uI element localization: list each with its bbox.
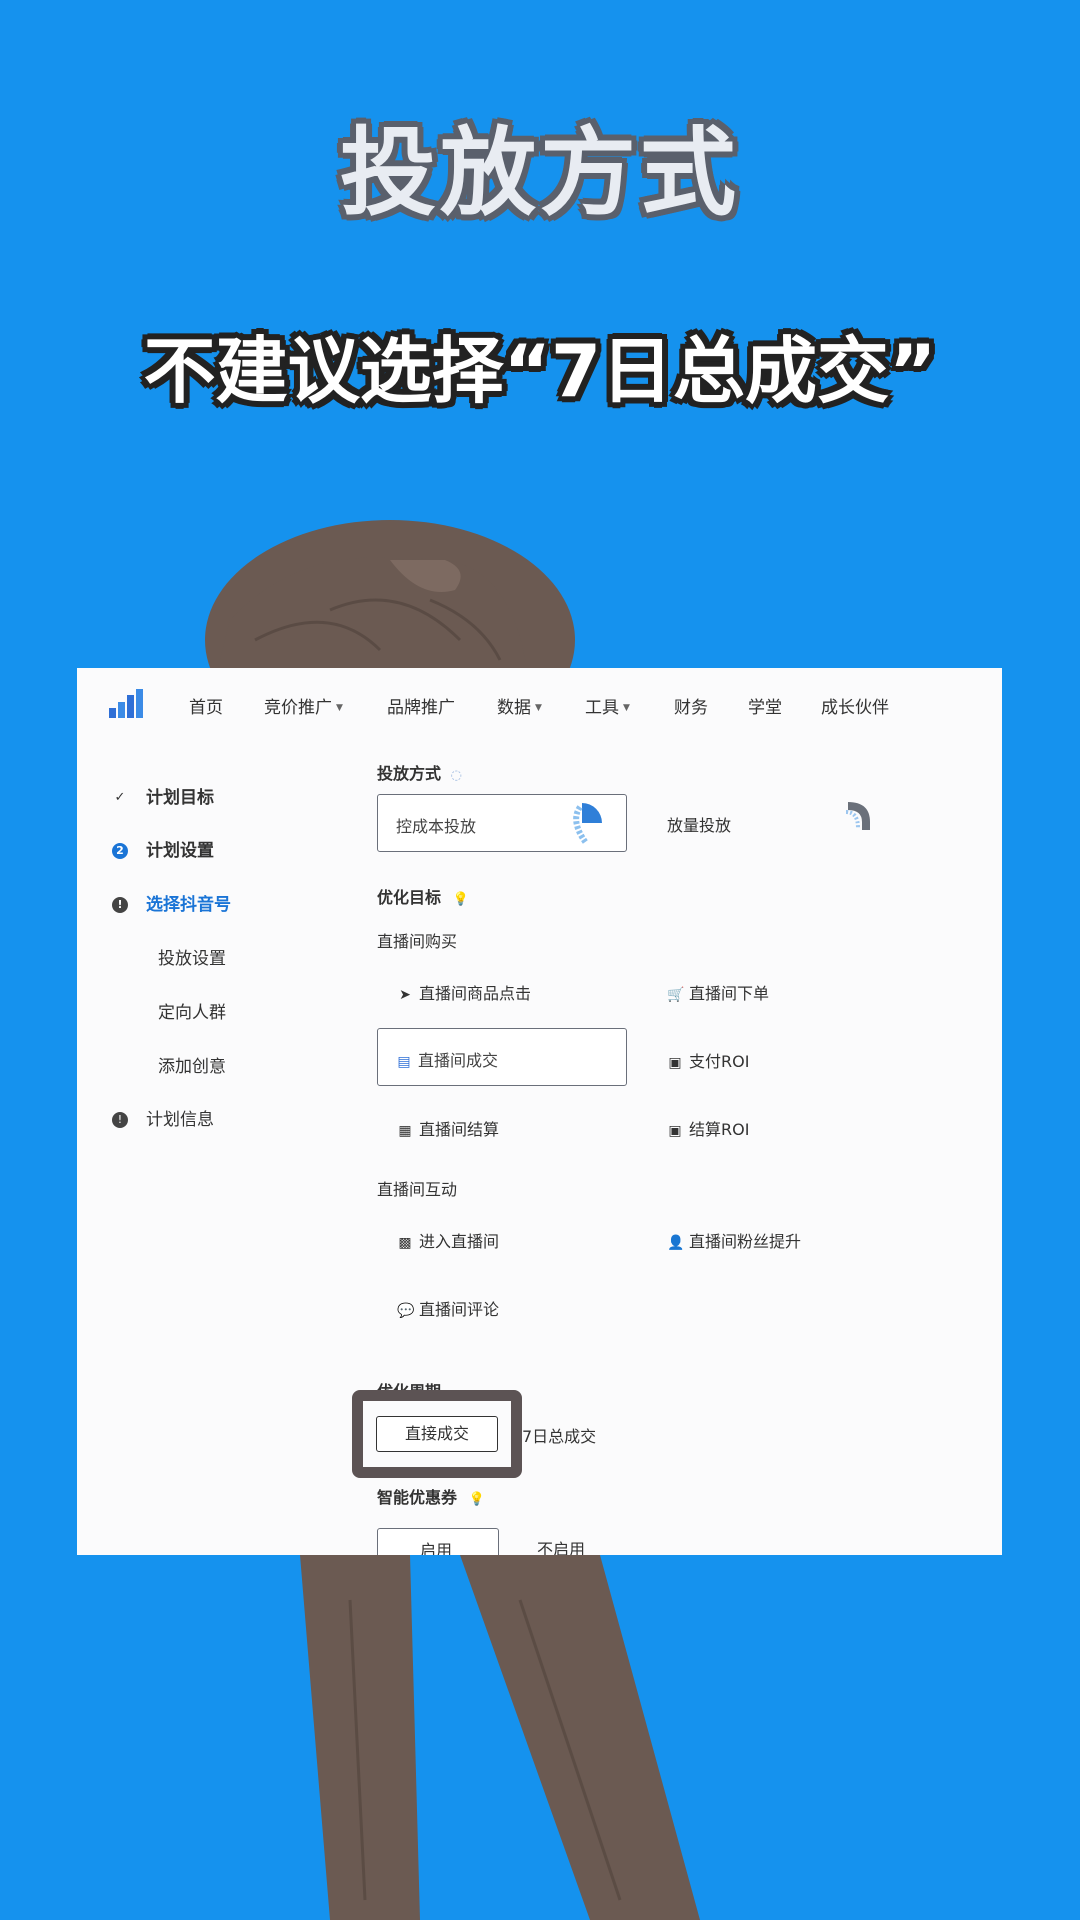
step-creative[interactable]: 添加创意 bbox=[158, 1052, 226, 1077]
nav-item-home[interactable]: 首页 bbox=[189, 693, 223, 718]
option-cost-control[interactable]: 控成本投放 bbox=[377, 794, 627, 852]
lightbulb-icon: 💡 bbox=[468, 1492, 485, 1507]
goal-label: 直播间评论 bbox=[419, 1300, 500, 1319]
step-label: 计划信息 bbox=[146, 1110, 214, 1130]
group-live-interaction: 直播间互动 bbox=[377, 1180, 458, 1199]
nav-item-finance[interactable]: 财务 bbox=[674, 693, 708, 718]
wallet-icon: ▣ bbox=[668, 1055, 682, 1071]
goal-live-order[interactable]: 🛒 直播间下单 bbox=[667, 980, 769, 1004]
goal-product-click[interactable]: ➤ 直播间商品点击 bbox=[397, 980, 531, 1004]
nav-item-label: 数据 bbox=[497, 698, 531, 718]
bid-method-label: 投放方式 ◌ bbox=[377, 760, 462, 784]
option-coupon-enable[interactable]: 启用 bbox=[377, 1528, 499, 1555]
optimization-goal-label: 优化目标 💡 bbox=[377, 884, 469, 908]
volume-icon bbox=[845, 802, 870, 830]
nav-item-academy[interactable]: 学堂 bbox=[748, 693, 782, 718]
nav-item-label: 工具 bbox=[585, 698, 619, 718]
lightbulb-icon: 💡 bbox=[452, 892, 469, 907]
wallet-icon: ▣ bbox=[668, 1123, 682, 1139]
deal-icon: ▤ bbox=[397, 1054, 411, 1070]
goal-live-settlement[interactable]: ▦ 直播间结算 bbox=[397, 1116, 499, 1140]
goal-label: 进入直播间 bbox=[419, 1232, 500, 1251]
step-label: 选择抖音号 bbox=[146, 895, 231, 915]
goal-live-comment[interactable]: 💬 直播间评论 bbox=[397, 1296, 499, 1320]
door-icon: ▩ bbox=[398, 1235, 412, 1251]
goal-live-deal[interactable]: ▤ 直播间成交 bbox=[377, 1028, 627, 1086]
nav-item-partners[interactable]: 成长伙伴 bbox=[821, 693, 889, 718]
goal-pay-roi[interactable]: ▣ 支付ROI bbox=[667, 1048, 749, 1072]
step-plan-info[interactable]: ! 计划信息 bbox=[112, 1105, 214, 1130]
ad-settings-panel: 首页 竞价推广 ▼ 品牌推广 数据 ▼ 工具 ▼ 财务 学堂 成长伙伴 ✓ 计划目标 2… bbox=[77, 668, 1002, 1555]
option-coupon-disable[interactable]: 不启用 bbox=[537, 1536, 585, 1555]
option-label: 启用 bbox=[420, 1541, 453, 1555]
comment-icon: 💬 bbox=[397, 1303, 415, 1319]
smart-coupon-text: 智能优惠券 bbox=[377, 1488, 458, 1507]
clipboard-icon: ▦ bbox=[398, 1123, 412, 1139]
step-plan-settings[interactable]: 2 计划设置 bbox=[112, 836, 214, 861]
optimization-goal-text: 优化目标 bbox=[377, 888, 442, 907]
goal-label: 直播间成交 bbox=[418, 1051, 499, 1070]
option-label: 控成本投放 bbox=[396, 817, 477, 836]
nav-item-label: 竞价推广 bbox=[264, 698, 332, 718]
group-live-purchase: 直播间购买 bbox=[377, 932, 458, 951]
goal-label: 直播间商品点击 bbox=[419, 984, 532, 1003]
step-label: 计划设置 bbox=[146, 841, 214, 861]
goal-label: 直播间下单 bbox=[689, 984, 770, 1003]
nav-item-data[interactable]: 数据 ▼ bbox=[497, 693, 542, 718]
goal-option-content: ▤ 直播间成交 bbox=[396, 1047, 498, 1071]
chevron-down-icon: ▼ bbox=[336, 703, 343, 713]
nav-item-bid-promo[interactable]: 竞价推广 ▼ bbox=[264, 693, 343, 718]
goal-label: 直播间结算 bbox=[419, 1120, 500, 1139]
cart-icon: 🛒 bbox=[667, 987, 685, 1003]
bid-method-text: 投放方式 bbox=[377, 764, 442, 783]
step-targeting[interactable]: 定向人群 bbox=[158, 998, 226, 1023]
cursor-icon: ➤ bbox=[399, 987, 411, 1003]
info-icon: ! bbox=[112, 897, 128, 913]
goal-fan-growth[interactable]: 👤 直播间粉丝提升 bbox=[667, 1228, 801, 1252]
goal-settlement-roi[interactable]: ▣ 结算ROI bbox=[667, 1116, 749, 1140]
goal-label: 直播间粉丝提升 bbox=[689, 1232, 802, 1251]
smart-coupon-label: 智能优惠券 💡 bbox=[377, 1484, 485, 1508]
step-plan-goal[interactable]: ✓ 计划目标 bbox=[112, 783, 214, 808]
nav-item-brand-promo[interactable]: 品牌推广 bbox=[387, 693, 455, 718]
option-volume[interactable]: 放量投放 bbox=[667, 812, 731, 836]
logo-icon bbox=[109, 689, 143, 718]
step-number-badge: 2 bbox=[112, 843, 128, 859]
option-7day-deal[interactable]: 7日总成交 bbox=[522, 1423, 596, 1447]
step-select-douyin[interactable]: ! 选择抖音号 bbox=[112, 890, 231, 915]
goal-enter-live[interactable]: ▩ 进入直播间 bbox=[397, 1228, 499, 1252]
chevron-down-icon: ▼ bbox=[535, 703, 542, 713]
step-label: 计划目标 bbox=[146, 788, 214, 808]
user-icon: 👤 bbox=[667, 1235, 685, 1251]
top-nav: 首页 竞价推广 ▼ 品牌推广 数据 ▼ 工具 ▼ 财务 学堂 成长伙伴 bbox=[77, 668, 1002, 738]
nav-item-tools[interactable]: 工具 ▼ bbox=[585, 693, 630, 718]
check-icon: ✓ bbox=[114, 790, 126, 805]
cost-control-icon bbox=[573, 803, 602, 845]
help-icon: ◌ bbox=[450, 768, 462, 783]
goal-label: 结算ROI bbox=[689, 1120, 750, 1139]
info-icon: ! bbox=[112, 1112, 128, 1128]
goal-label: 支付ROI bbox=[689, 1052, 750, 1071]
chevron-down-icon: ▼ bbox=[623, 703, 630, 713]
option-direct-deal[interactable]: 直接成交 bbox=[376, 1416, 498, 1452]
step-delivery-settings[interactable]: 投放设置 bbox=[158, 944, 226, 969]
